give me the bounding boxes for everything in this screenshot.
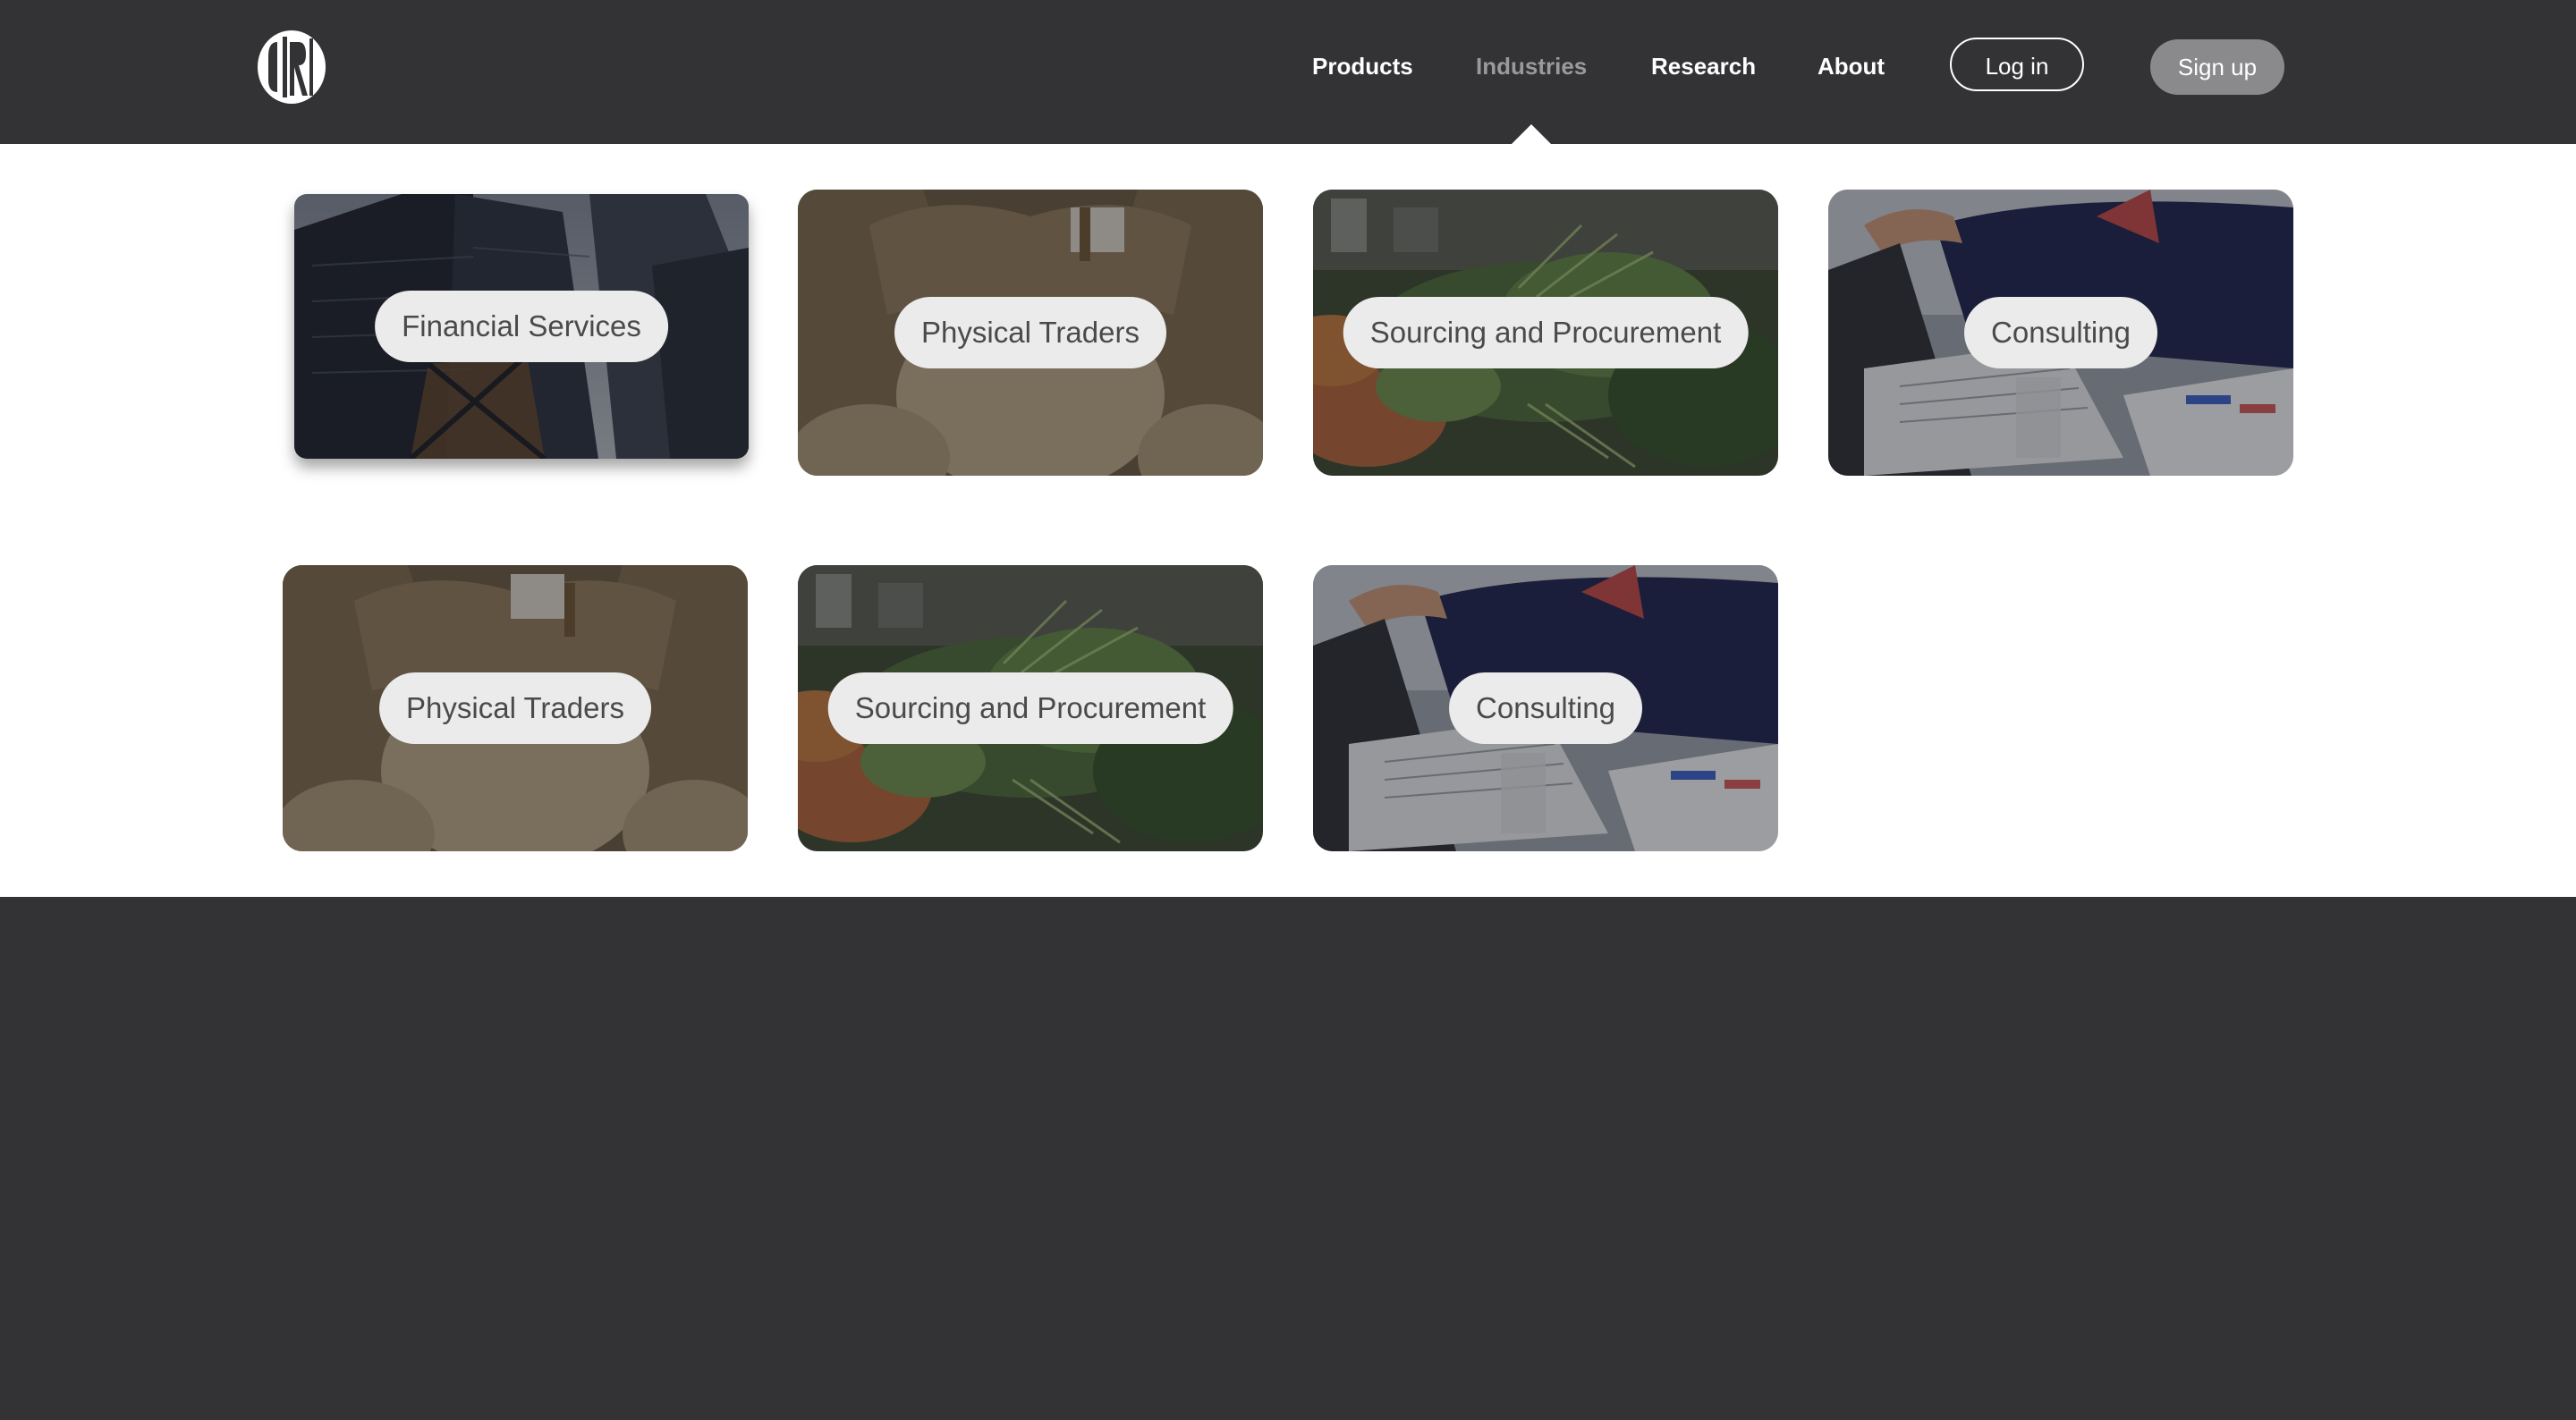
industry-card-financial-services[interactable]: Financial Services	[294, 194, 749, 459]
industry-card-consulting[interactable]: Consulting	[1828, 190, 2293, 476]
nav-industries[interactable]: Industries	[1476, 52, 1587, 80]
industry-label: Financial Services	[375, 291, 668, 362]
industry-card-consulting[interactable]: Consulting	[1313, 565, 1778, 851]
top-navbar: Products Industries Research About Log i…	[0, 0, 2576, 144]
nav-about[interactable]: About	[1818, 52, 1885, 80]
industry-label: Physical Traders	[379, 672, 651, 744]
nav-products[interactable]: Products	[1312, 52, 1413, 80]
login-button[interactable]: Log in	[1950, 38, 2084, 91]
industry-card-sourcing-and-procurement[interactable]: Sourcing and Procurement	[798, 565, 1263, 851]
gro-logo[interactable]	[256, 30, 327, 105]
industry-card-sourcing-and-procurement[interactable]: Sourcing and Procurement	[1313, 190, 1778, 476]
industry-card-physical-traders[interactable]: Physical Traders	[283, 565, 748, 851]
industry-label: Consulting	[1964, 297, 2157, 368]
dropdown-caret-icon	[1512, 124, 1551, 144]
signup-button[interactable]: Sign up	[2150, 39, 2284, 95]
industry-label: Consulting	[1449, 672, 1642, 744]
industry-card-physical-traders[interactable]: Physical Traders	[798, 190, 1263, 476]
industry-label: Sourcing and Procurement	[827, 672, 1233, 744]
industry-label: Sourcing and Procurement	[1343, 297, 1749, 368]
industries-dropdown: Financial Services Physical Traders Sour…	[0, 144, 2576, 897]
industry-label: Physical Traders	[894, 297, 1166, 368]
page: Products Industries Research About Log i…	[0, 0, 2576, 1420]
nav-research[interactable]: Research	[1651, 52, 1756, 80]
